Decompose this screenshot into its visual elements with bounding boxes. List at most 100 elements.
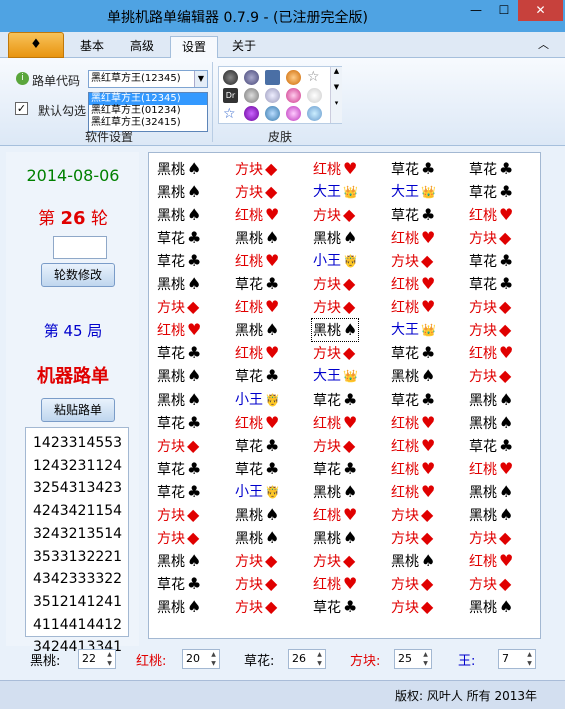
card-cell[interactable]: 方块 ◆	[313, 551, 355, 571]
spin-arrows-icon[interactable]: ▲ ▼	[209, 650, 218, 668]
card-cell[interactable]: 方块 ◆	[235, 551, 277, 571]
modify-round-button[interactable]: 轮数修改	[41, 263, 115, 287]
card-cell[interactable]: 方块 ◆	[157, 297, 199, 317]
dropdown-option[interactable]: 黑红草方王(12345)	[89, 93, 207, 105]
card-cell[interactable]: 草花 ♣	[391, 159, 435, 179]
card-cell[interactable]: 黑桃 ♠	[235, 505, 279, 525]
card-cell[interactable]: 黑桃 ♠	[157, 274, 201, 294]
card-cell[interactable]: 草花 ♣	[391, 343, 435, 363]
card-cell[interactable]: 黑桃 ♠	[157, 182, 201, 202]
star-icon[interactable]: ☆	[223, 106, 238, 122]
card-cell[interactable]: 大王 👑	[391, 320, 436, 340]
card-cell[interactable]: 草花 ♣	[469, 182, 513, 202]
card-cell[interactable]: 草花 ♣	[157, 413, 201, 433]
card-cell[interactable]: 黑桃 ♠	[235, 528, 279, 548]
card-cell[interactable]: 草花 ♣	[157, 574, 201, 594]
card-cell[interactable]: 红桃 ♥	[235, 343, 279, 363]
card-cell[interactable]: 方块 ◆	[157, 528, 199, 548]
card-cell[interactable]: 黑桃 ♠	[157, 366, 201, 386]
spade-count-input[interactable]: 22 ▲ ▼	[78, 649, 116, 669]
card-cell[interactable]: 黑桃 ♠	[157, 390, 201, 410]
card-cell[interactable]: 黑桃 ♠	[391, 366, 435, 386]
card-cell[interactable]: 草花 ♣	[469, 251, 513, 271]
card-cell[interactable]: 方块 ◆	[313, 343, 355, 363]
tab-basic[interactable]: 基本	[70, 36, 114, 58]
card-grid[interactable]: 黑桃 ♠ 方块 ◆ 红桃 ♥ 草花 ♣ 草花 ♣ 黑桃 ♠ 方块 ◆ 大王 👑 大王 👑 草花 ♣ 黑桃 ♠ 红桃 ♥ 方块 ◆ 草…	[148, 152, 541, 639]
card-cell[interactable]: 黑桃 ♠	[310, 318, 360, 343]
card-cell[interactable]: 草花 ♣	[235, 274, 279, 294]
card-cell[interactable]: 黑桃 ♠	[157, 205, 201, 225]
card-cell[interactable]: 草花 ♣	[235, 459, 279, 479]
card-cell[interactable]: 方块 ◆	[235, 182, 277, 202]
card-cell[interactable]: 红桃 ♥	[469, 459, 513, 479]
skin-swatch[interactable]: Dr	[223, 88, 238, 103]
card-cell[interactable]: 黑桃 ♠	[157, 551, 201, 571]
skin-swatch[interactable]	[223, 70, 238, 85]
card-cell[interactable]: 草花 ♣	[313, 597, 357, 617]
card-cell[interactable]: 红桃 ♥	[313, 505, 357, 525]
card-cell[interactable]: 方块 ◆	[469, 366, 511, 386]
card-cell[interactable]: 黑桃 ♠	[313, 228, 357, 248]
spin-arrows-icon[interactable]: ▲ ▼	[315, 650, 324, 668]
card-cell[interactable]: 方块 ◆	[391, 528, 433, 548]
card-cell[interactable]: 黑桃 ♠	[157, 597, 201, 617]
card-cell[interactable]: 草花 ♣	[235, 436, 279, 456]
heart-count-input[interactable]: 20 ▲ ▼	[182, 649, 220, 669]
card-cell[interactable]: 方块 ◆	[469, 574, 511, 594]
card-cell[interactable]: 方块 ◆	[469, 320, 511, 340]
dropdown-option[interactable]: 黑红草方王(01234)	[89, 105, 207, 117]
card-cell[interactable]: 草花 ♣	[157, 482, 201, 502]
card-cell[interactable]: 红桃 ♥	[235, 413, 279, 433]
paste-route-button[interactable]: 粘贴路单	[41, 398, 115, 422]
route-code-select[interactable]: 黑红草方王(12345)	[88, 70, 208, 88]
chevron-up-icon[interactable]: ︿	[538, 36, 549, 52]
card-cell[interactable]: 草花 ♣	[391, 205, 435, 225]
card-cell[interactable]: 黑桃 ♠	[469, 505, 513, 525]
card-cell[interactable]: 草花 ♣	[157, 459, 201, 479]
card-cell[interactable]: 红桃 ♥	[235, 251, 279, 271]
card-cell[interactable]: 红桃 ♥	[313, 413, 357, 433]
card-cell[interactable]: 黑桃 ♠	[235, 320, 279, 340]
card-cell[interactable]: 草花 ♣	[157, 228, 201, 248]
card-cell[interactable]: 草花 ♣	[391, 390, 435, 410]
card-cell[interactable]: 红桃 ♥	[313, 574, 357, 594]
card-cell[interactable]: 红桃 ♥	[391, 436, 435, 456]
card-cell[interactable]: 草花 ♣	[157, 343, 201, 363]
default-check-checkbox[interactable]: ✓	[15, 102, 28, 115]
card-cell[interactable]: 方块 ◆	[157, 505, 199, 525]
card-cell[interactable]: 方块 ◆	[157, 436, 199, 456]
tab-settings[interactable]: 设置	[170, 36, 218, 58]
skin-scrollbar[interactable]: ▲ ▼ ▾	[330, 67, 342, 123]
spin-arrows-icon[interactable]: ▲ ▼	[525, 650, 534, 668]
minimize-button[interactable]: —	[462, 0, 490, 21]
card-cell[interactable]: 红桃 ♥	[235, 205, 279, 225]
skin-swatch[interactable]	[307, 88, 322, 103]
card-cell[interactable]: 草花 ♣	[469, 159, 513, 179]
card-cell[interactable]: 大王 👑	[313, 366, 358, 386]
club-count-input[interactable]: 26 ▲ ▼	[288, 649, 326, 669]
king-count-input[interactable]: 7 ▲ ▼	[498, 649, 536, 669]
card-cell[interactable]: 草花 ♣	[469, 436, 513, 456]
card-cell[interactable]: 方块 ◆	[235, 159, 277, 179]
card-cell[interactable]: 黑桃 ♠	[313, 482, 357, 502]
card-cell[interactable]: 方块 ◆	[391, 574, 433, 594]
skin-swatch[interactable]	[244, 106, 259, 121]
card-cell[interactable]: 方块 ◆	[469, 528, 511, 548]
card-cell[interactable]: 方块 ◆	[235, 597, 277, 617]
card-cell[interactable]: 方块 ◆	[469, 297, 511, 317]
card-cell[interactable]: 红桃 ♥	[469, 205, 513, 225]
card-cell[interactable]: 红桃 ♥	[391, 228, 435, 248]
card-cell[interactable]: 红桃 ♥	[391, 459, 435, 479]
card-cell[interactable]: 方块 ◆	[391, 597, 433, 617]
route-code-dropdown[interactable]: 黑红草方王(12345) 黑红草方王(01234) 黑红草方王(32415)	[88, 92, 208, 132]
card-cell[interactable]: 草花 ♣	[235, 366, 279, 386]
card-cell[interactable]: 红桃 ♥	[157, 320, 201, 340]
card-cell[interactable]: 红桃 ♥	[469, 343, 513, 363]
diamond-count-input[interactable]: 25 ▲ ▼	[394, 649, 432, 669]
spin-arrows-icon[interactable]: ▲ ▼	[105, 650, 114, 668]
card-cell[interactable]: 红桃 ♥	[391, 482, 435, 502]
round-input[interactable]	[53, 236, 107, 259]
skin-swatch[interactable]	[307, 106, 322, 121]
card-cell[interactable]: 黑桃 ♠	[469, 597, 513, 617]
spin-arrows-icon[interactable]: ▲ ▼	[421, 650, 430, 668]
